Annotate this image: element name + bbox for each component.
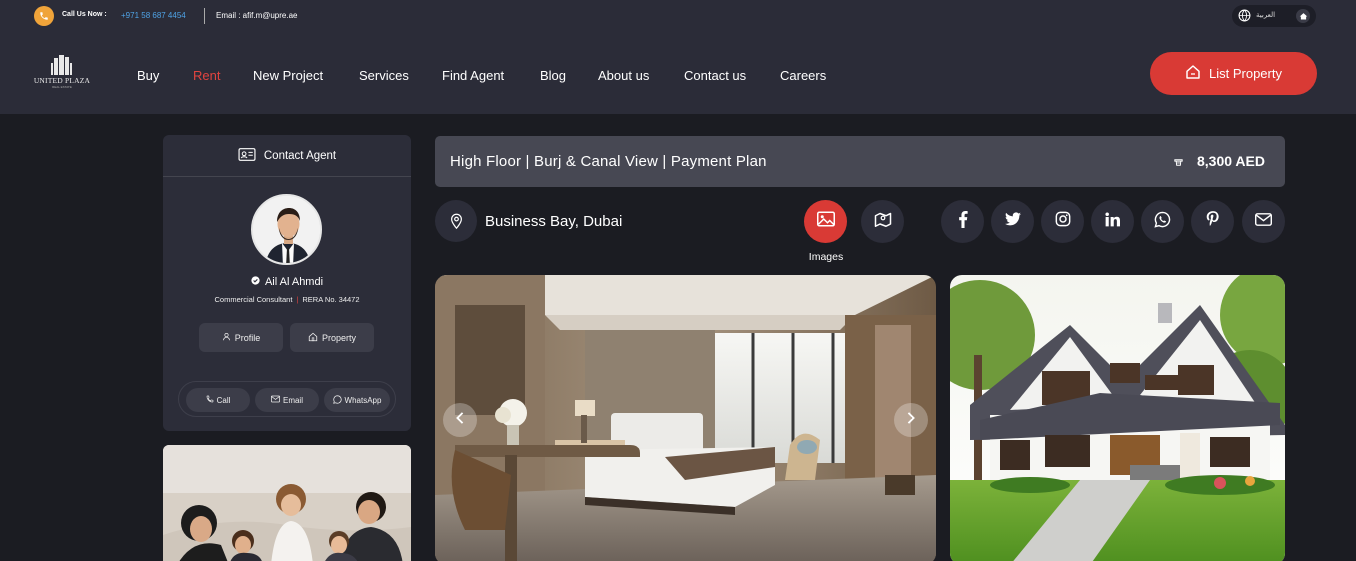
globe-icon [1238, 9, 1251, 27]
home-icon [1185, 64, 1201, 83]
instagram-share-button[interactable] [1041, 200, 1084, 243]
phone-icon [206, 395, 214, 405]
instagram-icon [1055, 211, 1071, 232]
nav-blog[interactable]: Blog [540, 68, 566, 83]
image-icon [816, 211, 835, 232]
nav-careers[interactable]: Careers [780, 68, 826, 83]
listing-title: High Floor | Burj & Canal View | Payment… [450, 153, 767, 170]
agent-role: Commercial Consultant [214, 295, 293, 304]
chevron-right-icon [906, 411, 916, 429]
agent-avatar[interactable] [251, 194, 322, 265]
facebook-icon [958, 210, 968, 233]
facebook-share-button[interactable] [941, 200, 984, 243]
nav-find-agent[interactable]: Find Agent [442, 68, 504, 83]
whatsapp-button[interactable]: WhatsApp [324, 388, 390, 412]
gallery-next-button[interactable] [894, 403, 928, 437]
mail-icon [1255, 212, 1272, 231]
listing-title-bar: High Floor | Burj & Canal View | Payment… [435, 136, 1285, 187]
call-button[interactable]: Call [186, 388, 250, 412]
pinterest-share-button[interactable] [1191, 200, 1234, 243]
map-icon [874, 211, 892, 233]
email-link[interactable]: Email : afif.m@upre.ae [216, 11, 297, 20]
agent-card-title: Contact Agent [263, 149, 337, 162]
call-label: Call [216, 395, 231, 405]
profile-button[interactable]: Profile [199, 323, 283, 352]
list-property-button[interactable]: List Property [1150, 52, 1317, 95]
whatsapp-icon [1154, 211, 1171, 233]
listing-price: 8,300 AED [1197, 153, 1265, 169]
logo-name: UNITED PLAZA [33, 76, 91, 85]
phone-link[interactable]: +971 58 687 4454 [121, 11, 186, 20]
nav-new-project[interactable]: New Project [253, 68, 323, 83]
property-label: Property [321, 332, 356, 343]
email-button[interactable]: Email [255, 388, 319, 412]
agent-card: Contact Agent Ail Al Ahmdi Commercial Co… [163, 135, 411, 431]
gallery-prev-button[interactable] [443, 403, 477, 437]
call-label: Call Us Now : [62, 11, 107, 18]
verified-icon [251, 276, 260, 288]
email-label: Email [282, 395, 303, 405]
id-card-icon [238, 147, 256, 164]
twitter-share-button[interactable] [991, 200, 1034, 243]
property-button[interactable]: Property [290, 323, 374, 352]
listing-location: Business Bay, Dubai [485, 213, 623, 230]
price-tag-icon [1173, 155, 1184, 173]
nav-buy[interactable]: Buy [137, 68, 159, 83]
divider [204, 8, 205, 24]
nav-rent[interactable]: Rent [193, 68, 220, 83]
user-icon [222, 332, 231, 343]
whatsapp-label: WhatsApp [344, 395, 382, 405]
phone-icon [34, 6, 54, 26]
family-promo-image[interactable] [163, 445, 411, 561]
twitter-icon [1004, 212, 1021, 231]
agent-name-row: Ail Al Ahmdi [163, 276, 411, 288]
main-navbar: UNITED PLAZA REAL ESTATE Buy Rent New Pr… [0, 32, 1356, 114]
whatsapp-icon [332, 394, 342, 406]
pinterest-icon [1206, 210, 1220, 233]
chevron-left-icon [455, 411, 465, 429]
whatsapp-share-button[interactable] [1141, 200, 1184, 243]
home-icon [308, 332, 318, 344]
logo-buildings-icon [51, 55, 72, 75]
home-icon [1296, 9, 1310, 23]
map-pin-icon [435, 200, 477, 242]
agent-name: Ail Al Ahmdi [264, 276, 324, 288]
list-property-label: List Property [1209, 66, 1282, 81]
agent-details: Commercial Consultant | RERA No. 34472 [163, 295, 411, 304]
language-label: العربية [1256, 12, 1276, 19]
nav-contact-us[interactable]: Contact us [684, 68, 746, 83]
gallery-main-image[interactable] [435, 275, 936, 561]
map-view-button[interactable] [861, 200, 904, 243]
mail-icon [270, 395, 280, 405]
images-button[interactable] [804, 200, 847, 243]
images-label: Images [808, 251, 844, 263]
linkedin-icon [1105, 211, 1120, 232]
agent-card-header: Contact Agent [163, 135, 411, 177]
agent-rera: RERA No. 34472 [302, 295, 360, 304]
gallery-thumbnail-image[interactable] [950, 275, 1285, 561]
nav-services[interactable]: Services [359, 68, 409, 83]
separator: | [296, 295, 299, 304]
email-share-button[interactable] [1242, 200, 1285, 243]
top-bar: Call Us Now : +971 58 687 4454 Email : a… [0, 0, 1356, 32]
logo-subtitle: REAL ESTATE [52, 85, 72, 89]
contact-actions: Call Email WhatsApp [178, 381, 396, 417]
language-switcher[interactable]: العربية [1232, 5, 1316, 27]
linkedin-share-button[interactable] [1091, 200, 1134, 243]
nav-about-us[interactable]: About us [598, 68, 649, 83]
site-logo[interactable]: UNITED PLAZA REAL ESTATE [30, 54, 94, 90]
profile-label: Profile [234, 332, 261, 343]
